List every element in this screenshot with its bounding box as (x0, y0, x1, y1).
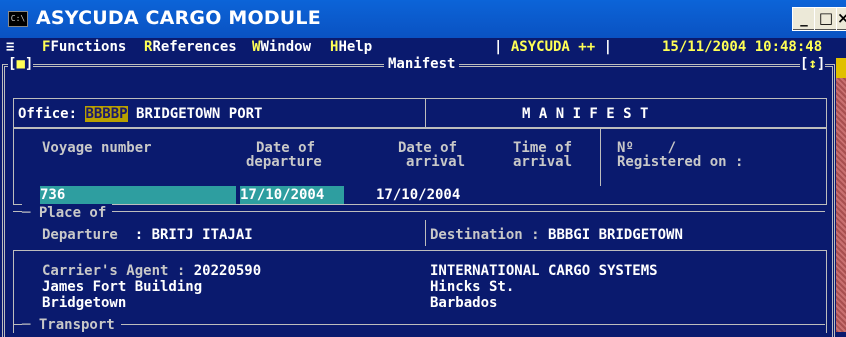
vertical-scrollbar[interactable] (836, 58, 846, 332)
menu-bar: ≡ FFunctions RReferences WWindow HHelp |… (0, 38, 836, 56)
place-separator (13, 211, 825, 212)
app-name-label: | ASYCUDA ++ | (494, 39, 613, 55)
minimize-button[interactable]: _ (792, 7, 816, 31)
departure-place-value[interactable]: : BRITJ ITAJAI (135, 227, 253, 243)
destination-value[interactable]: BBBGI BRIDGETOWN (548, 227, 683, 243)
place-divider (425, 220, 426, 246)
menu-window[interactable]: WWindow (252, 38, 311, 56)
arrival-time-label-2: arrival (513, 154, 573, 170)
voyage-number-label: Voyage number (42, 140, 152, 156)
console-app-icon[interactable]: C:\ (8, 11, 28, 27)
window-resize-control[interactable]: [↕] (800, 55, 826, 73)
system-menu-icon[interactable]: ≡ (6, 38, 14, 56)
header-divider (425, 98, 426, 128)
voyage-divider (600, 128, 601, 186)
menu-functions[interactable]: FFunctions (42, 38, 126, 56)
datetime-display: 15/11/2004 10:48:48 (662, 39, 823, 55)
terminal-area: ≡ FFunctions RReferences WWindow HHelp |… (0, 38, 846, 337)
arrival-date-input[interactable]: 17/10/2004 (376, 186, 460, 204)
carrier-address-line-2: Bridgetown (42, 295, 127, 311)
voyage-number-input[interactable]: 736 (40, 186, 236, 204)
close-button[interactable]: × (836, 7, 846, 31)
menu-references[interactable]: RReferences (144, 38, 237, 56)
departure-place-field: Departure : BRITJ ITAJAI (42, 227, 253, 243)
departure-date-input[interactable]: 17/10/2004 (240, 186, 344, 204)
destination-field: Destination : BBBGI BRIDGETOWN (430, 227, 683, 243)
manifest-heading: M A N I F E S T (522, 106, 649, 122)
scroll-up-arrow-icon[interactable] (836, 58, 846, 78)
carrier-company-address-2: Barbados (430, 295, 498, 311)
window-close-control[interactable]: [■] (8, 55, 34, 73)
office-code-input[interactable]: BBBBP (85, 106, 128, 122)
transport-separator (13, 324, 825, 325)
office-field: Office: BBBBP BRIDGETOWN PORT (18, 106, 263, 122)
menu-help[interactable]: HHelp (330, 38, 372, 56)
window-frame-title: Manifest (384, 55, 460, 73)
transport-section-label: ─ Transport (22, 316, 121, 334)
carrier-agent-code[interactable]: 20220590 (194, 263, 261, 279)
place-of-section-label: ─ Place of (22, 204, 113, 222)
window-title: ASYCUDA CARGO MODULE (36, 7, 321, 29)
departure-date-label-2: departure (246, 154, 322, 170)
registered-on-label: Registered on : (617, 154, 744, 170)
window-title-bar[interactable]: C:\ ASYCUDA CARGO MODULE _ □ × (0, 0, 846, 38)
arrival-date-label-2: arrival (406, 154, 466, 170)
maximize-button[interactable]: □ (814, 7, 838, 31)
